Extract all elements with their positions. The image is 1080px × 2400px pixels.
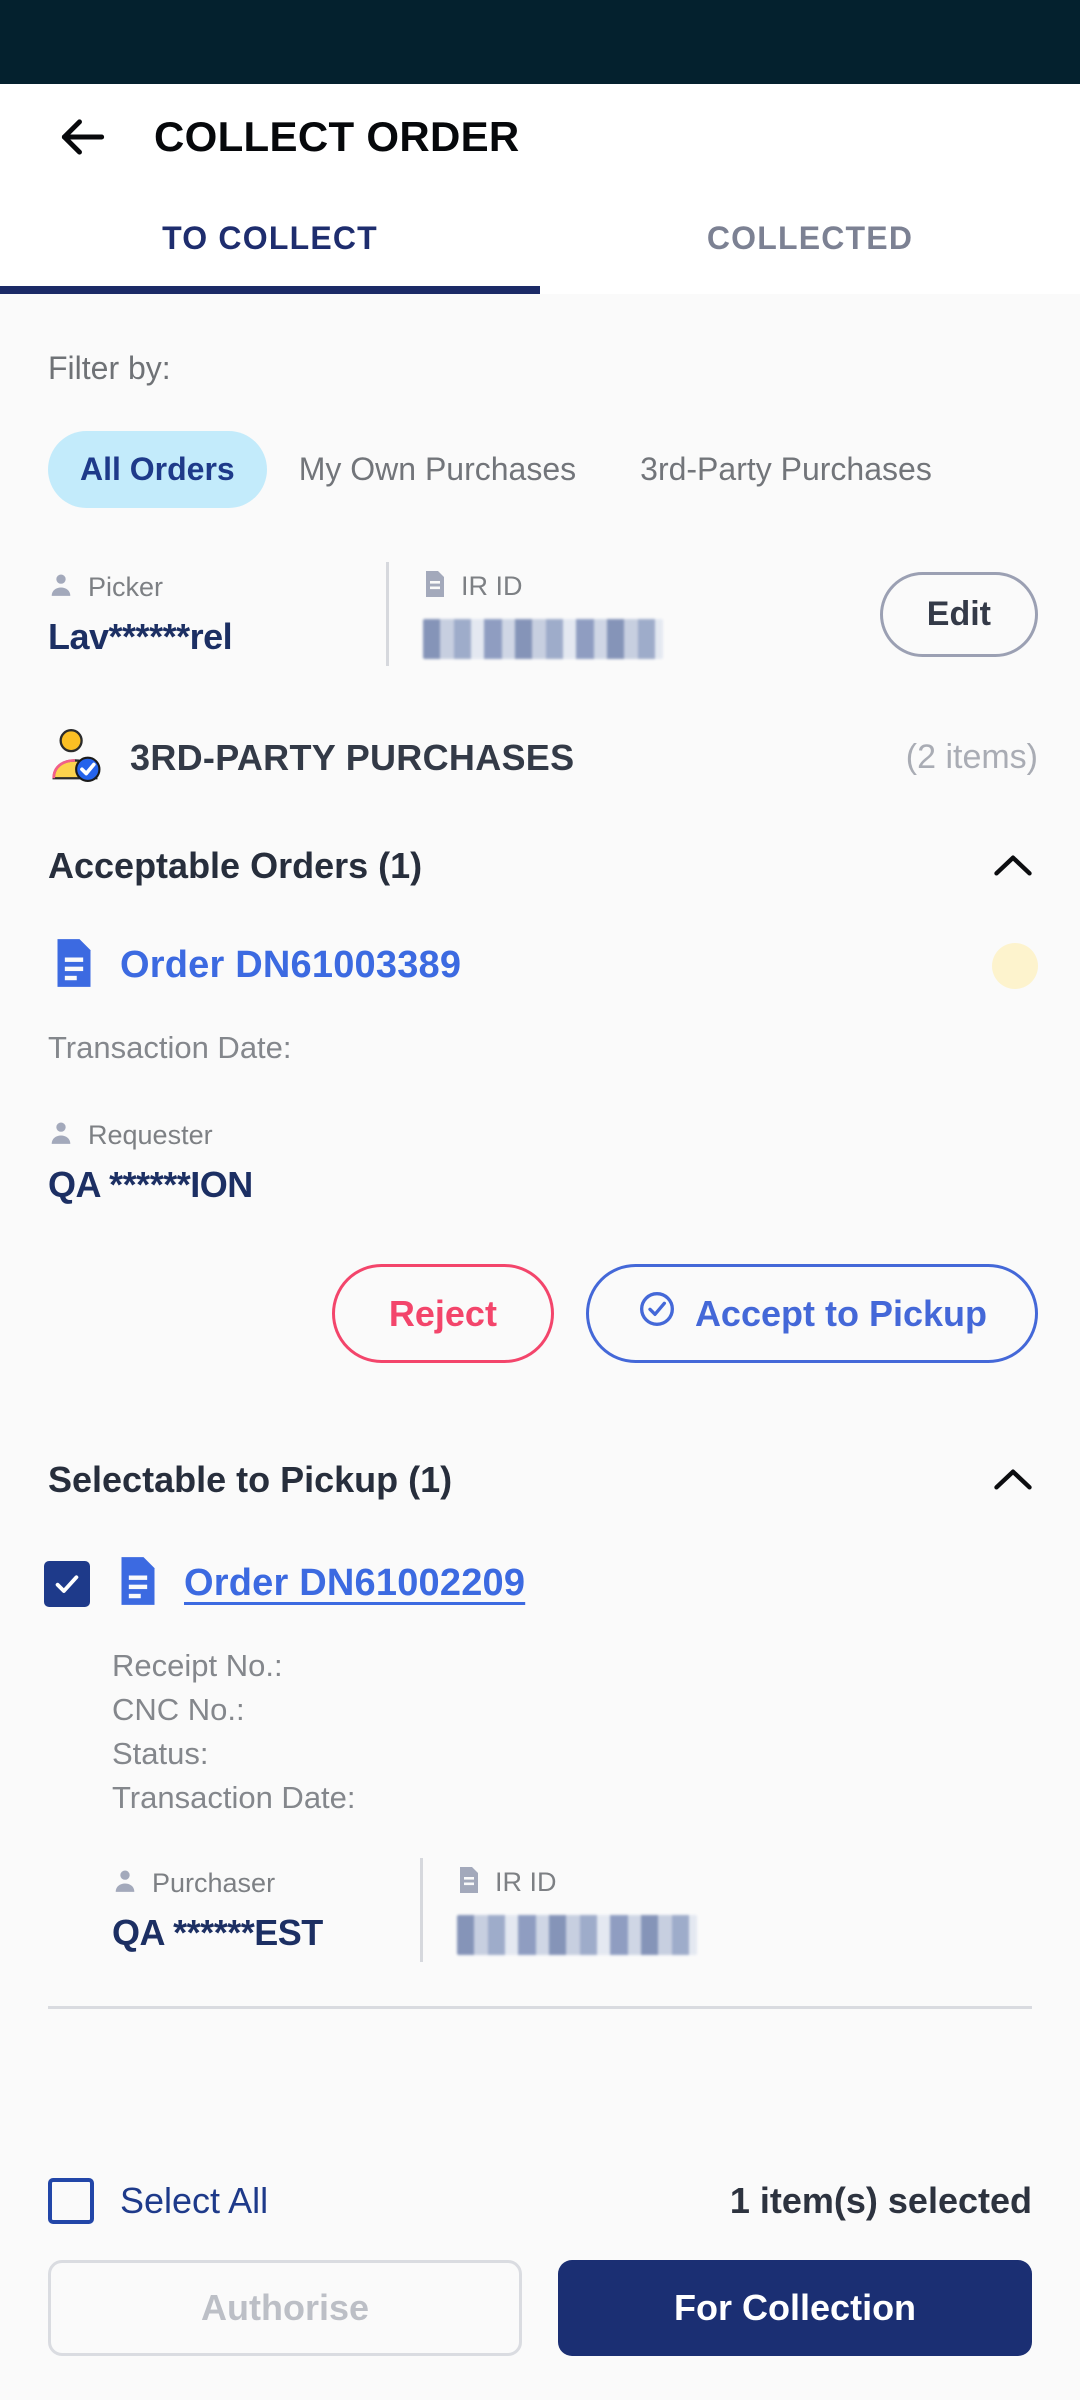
section-acceptable-orders-title: Acceptable Orders (1): [48, 845, 423, 886]
picker-value: Lav******rel: [48, 616, 233, 657]
filter-chip-my-own-purchases-label: My Own Purchases: [298, 451, 577, 487]
divider: [48, 2006, 1032, 2010]
ir-id-value-redacted: [457, 1915, 697, 1956]
tab-bar: TO COLLECT COLLECTED: [0, 190, 1080, 294]
group-header-3rd-party: 3RD-PARTY PURCHASES (2 items): [0, 666, 1080, 791]
content-area: Filter by: All Orders My Own Purchases 3…: [0, 294, 1080, 2152]
ir-id-field-header: IR ID: [423, 569, 880, 603]
detail-status: Status:: [112, 1736, 209, 1772]
filter-chip-3rd-party-purchases-label: 3rd-Party Purchases: [640, 451, 932, 487]
order-checkbox-dn61002209[interactable]: [44, 1560, 90, 1607]
acceptable-order-actions: Reject Accept to Pickup: [0, 1206, 1080, 1363]
select-all-checkbox[interactable]: [48, 2178, 94, 2224]
filter-chip-all-orders[interactable]: All Orders: [48, 431, 267, 508]
select-all-row: Select All 1 item(s) selected: [48, 2152, 1032, 2224]
order-row-dn61003389[interactable]: Order DN61003389: [0, 889, 1080, 994]
picker-field: Picker Lav******rel: [48, 570, 378, 658]
requester-field: Requester QA ******ION: [0, 1066, 1080, 1206]
requester-label: Requester: [88, 1119, 213, 1150]
ir-id-field-header: IR ID: [457, 1865, 1038, 1899]
filter-chip-3rd-party-purchases[interactable]: 3rd-Party Purchases: [608, 431, 964, 508]
group-item-count: (2 items): [905, 738, 1038, 776]
order-link-dn61003389[interactable]: Order DN61003389: [120, 944, 461, 987]
for-collection-button[interactable]: For Collection: [558, 2260, 1032, 2356]
page-title: COLLECT ORDER: [154, 113, 520, 160]
acceptable-transaction-date-label: Transaction Date:: [48, 1030, 292, 1065]
edit-button-label: Edit: [926, 594, 991, 633]
purchaser-summary-row: Purchaser QA ******EST IR ID: [0, 1820, 1080, 1963]
primary-action-row: Authorise For Collection: [48, 2260, 1032, 2356]
picker-summary-row: Picker Lav******rel IR ID Edit: [0, 508, 1080, 666]
picker-field-header: Picker: [48, 570, 378, 604]
reject-button-label: Reject: [388, 1292, 497, 1334]
filter-chip-all-orders-label: All Orders: [80, 451, 235, 487]
order-row-dn61002209[interactable]: Order DN61002209: [0, 1503, 1080, 1612]
for-collection-button-label: For Collection: [674, 2287, 917, 2328]
filter-by-label: Filter by:: [48, 350, 171, 386]
ir-id-value-redacted: [423, 619, 663, 659]
purchaser-field-header: Purchaser: [112, 1866, 412, 1900]
vertical-divider: [420, 1858, 423, 1963]
tab-collected-label: COLLECTED: [706, 219, 914, 256]
order-document-icon: [116, 1555, 160, 1612]
order-document-icon: [52, 937, 96, 994]
requester-value: QA ******ION: [48, 1164, 253, 1205]
detail-cnc-no: CNC No.:: [112, 1692, 245, 1728]
ir-id-label: IR ID: [461, 570, 523, 601]
chevron-up-icon[interactable]: [990, 1457, 1036, 1503]
detail-transaction-date: Transaction Date:: [112, 1780, 356, 1816]
filter-chip-my-own-purchases[interactable]: My Own Purchases: [267, 431, 608, 508]
chevron-up-icon[interactable]: [990, 843, 1036, 889]
section-acceptable-orders-header[interactable]: Acceptable Orders (1): [0, 791, 1080, 889]
order-link-dn61002209[interactable]: Order DN61002209: [184, 1562, 525, 1605]
accept-to-pickup-button-label: Accept to Pickup: [694, 1292, 987, 1334]
status-badge-pending: [992, 942, 1038, 989]
vertical-divider: [386, 562, 389, 666]
tab-to-collect-label: TO COLLECT: [162, 219, 378, 256]
filter-chip-group: All Orders My Own Purchases 3rd-Party Pu…: [0, 387, 1080, 508]
arrow-left-icon: [55, 109, 111, 165]
purchaser-label: Purchaser: [152, 1867, 276, 1898]
accept-to-pickup-button[interactable]: Accept to Pickup: [585, 1264, 1038, 1363]
ir-id-field: IR ID: [457, 1865, 1038, 1956]
edit-button[interactable]: Edit: [879, 571, 1038, 657]
select-all-label: Select All: [120, 2180, 269, 2221]
group-title: 3RD-PARTY PURCHASES: [130, 736, 575, 778]
reject-button[interactable]: Reject: [331, 1264, 554, 1363]
tab-collected[interactable]: COLLECTED: [540, 190, 1080, 294]
check-circle-icon: [637, 1289, 677, 1338]
tab-to-collect[interactable]: TO COLLECT: [0, 190, 540, 294]
ir-id-field: IR ID: [423, 569, 880, 659]
purchaser-field: Purchaser QA ******EST: [112, 1866, 412, 1954]
app-bar: COLLECT ORDER: [0, 84, 1080, 190]
status-bar: [0, 0, 1080, 84]
third-party-user-verified-icon: [44, 724, 106, 791]
person-icon: [48, 571, 74, 604]
ir-id-label: IR ID: [495, 1866, 557, 1897]
purchaser-value: QA ******EST: [112, 1912, 323, 1954]
back-button[interactable]: [52, 106, 114, 168]
person-icon: [48, 1119, 74, 1152]
person-icon: [112, 1867, 138, 1900]
selected-count-label: 1 item(s) selected: [729, 2180, 1032, 2221]
detail-receipt-no: Receipt No.:: [112, 1648, 283, 1683]
document-icon: [457, 1866, 481, 1899]
bottom-action-bar: Select All 1 item(s) selected Authorise …: [0, 2152, 1080, 2400]
authorise-button[interactable]: Authorise: [48, 2260, 523, 2356]
order-detail-list: Receipt No.: CNC No.: Status: Transactio…: [0, 1644, 1080, 1820]
section-selectable-pickup-header[interactable]: Selectable to Pickup (1): [0, 1363, 1080, 1503]
authorise-button-label: Authorise: [201, 2287, 370, 2328]
picker-label: Picker: [88, 571, 164, 602]
requester-field-header: Requester: [48, 1118, 1080, 1152]
app-screen: COLLECT ORDER TO COLLECT COLLECTED Filte…: [0, 0, 1080, 2400]
document-icon: [423, 570, 447, 603]
section-selectable-pickup-title: Selectable to Pickup (1): [48, 1459, 453, 1500]
